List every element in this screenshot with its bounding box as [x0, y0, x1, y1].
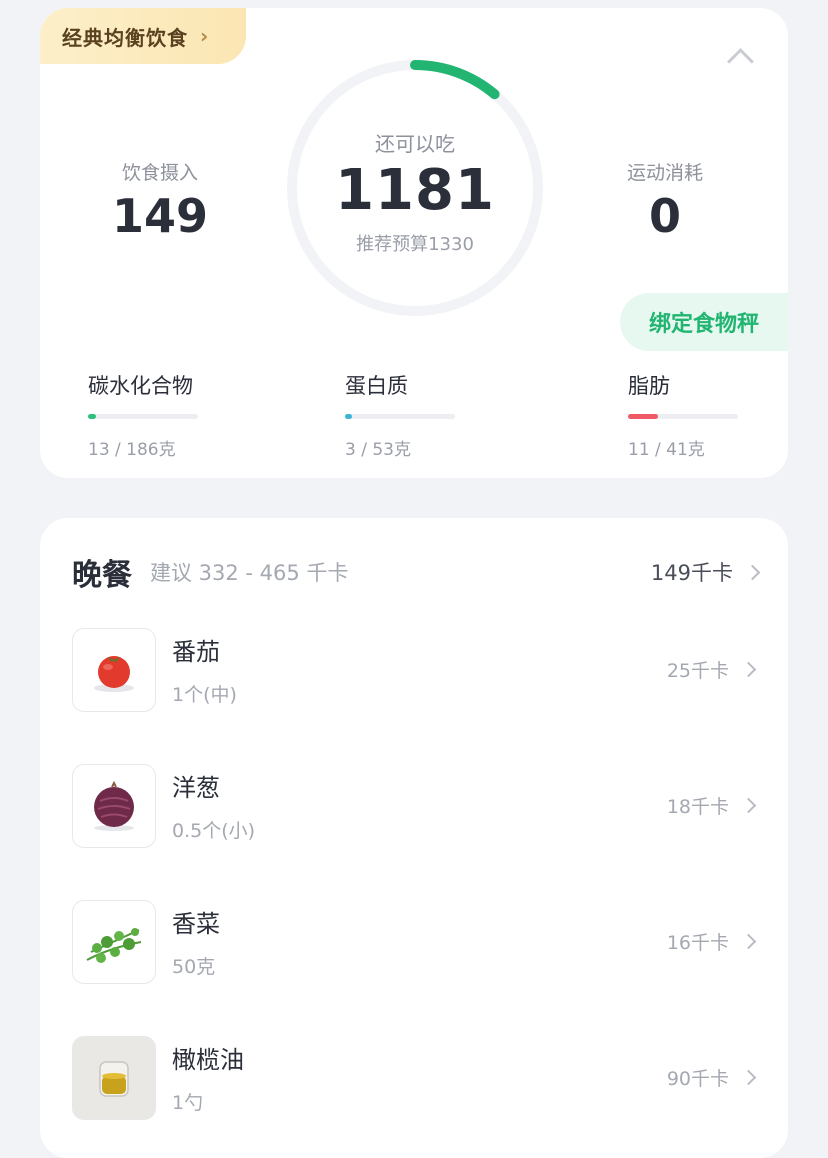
macro-progress-fill — [628, 414, 658, 419]
onion-icon — [72, 764, 156, 848]
chevron-up-icon[interactable] — [727, 48, 754, 75]
summary-card: 经典均衡饮食 › 饮食摄入 149 还可以吃 1181 推荐预算1330 运动消… — [40, 8, 788, 478]
macro-progress-track — [88, 414, 198, 419]
macro-carbs: 碳水化合物 13 / 186克 — [88, 370, 248, 460]
meal-title: 晚餐 — [72, 558, 132, 593]
food-name: 香菜 — [172, 910, 220, 938]
burned-label: 运动消耗 — [626, 162, 703, 184]
meal-suggestion: 建议 332 - 465 千卡 — [150, 561, 349, 585]
food-name: 橄榄油 — [172, 1046, 244, 1074]
food-name: 洋葱 — [172, 774, 220, 802]
macro-progress-track — [345, 414, 455, 419]
chevron-right-icon — [740, 661, 757, 678]
food-name: 番茄 — [172, 638, 220, 666]
remaining-label: 还可以吃 — [375, 132, 455, 156]
food-item[interactable]: 橄榄油 1勺 90千卡 — [72, 1036, 758, 1120]
dinner-card: 晚餐 建议 332 - 465 千卡 149千卡 番茄 1个(中) 25千卡 洋… — [40, 518, 788, 1158]
food-kcal-value: 16千卡 — [666, 932, 729, 954]
food-kcal-value: 25千卡 — [666, 660, 729, 682]
coriander-icon — [72, 900, 156, 984]
intake-stat: 饮食摄入 149 — [80, 158, 240, 243]
food-item[interactable]: 番茄 1个(中) 25千卡 — [72, 628, 758, 712]
food-portion: 1个(中) — [172, 684, 237, 706]
macro-amount: 11 / 41克 — [628, 440, 705, 460]
macro-name: 碳水化合物 — [88, 374, 193, 398]
food-portion: 0.5个(小) — [172, 820, 256, 842]
remaining-value: 1181 — [335, 158, 495, 223]
calorie-ring[interactable]: 还可以吃 1181 推荐预算1330 — [285, 58, 545, 318]
food-item[interactable]: 洋葱 0.5个(小) 18千卡 — [72, 764, 758, 848]
macro-name: 脂肪 — [628, 374, 670, 398]
intake-label: 饮食摄入 — [121, 162, 198, 184]
chevron-right-icon — [740, 933, 757, 950]
burned-value: 0 — [648, 189, 681, 243]
food-kcal: 16千卡 — [666, 928, 757, 955]
macro-protein: 蛋白质 3 / 53克 — [345, 370, 505, 460]
food-kcal: 90千卡 — [666, 1064, 757, 1091]
food-kcal-value: 90千卡 — [666, 1068, 729, 1090]
food-kcal: 25千卡 — [666, 656, 757, 683]
diet-plan-tag[interactable]: 经典均衡饮食 › — [40, 8, 246, 64]
chevron-right-icon — [740, 1069, 757, 1086]
chevron-right-icon — [744, 564, 761, 580]
macro-progress-fill — [345, 414, 352, 419]
macro-progress-track — [628, 414, 738, 419]
diet-plan-label: 经典均衡饮食 — [62, 25, 188, 50]
burned-stat: 运动消耗 0 — [585, 158, 745, 243]
food-portion: 50克 — [172, 956, 216, 978]
meal-total-kcal: 149千卡 — [650, 561, 733, 585]
macro-progress-fill — [88, 414, 96, 419]
dinner-header[interactable]: 晚餐 建议 332 - 465 千卡 149千卡 — [72, 552, 761, 593]
olive-oil-icon — [72, 1036, 156, 1120]
macro-name: 蛋白质 — [345, 374, 408, 398]
macro-amount: 13 / 186克 — [88, 440, 176, 460]
chevron-right-icon — [740, 797, 757, 814]
macro-amount: 3 / 53克 — [345, 440, 411, 460]
tomato-icon — [72, 628, 156, 712]
intake-value: 149 — [111, 189, 209, 243]
bind-food-scale-button[interactable]: 绑定食物秤 — [620, 293, 788, 351]
food-item[interactable]: 香菜 50克 16千卡 — [72, 900, 758, 984]
food-kcal-value: 18千卡 — [666, 796, 729, 818]
food-kcal: 18千卡 — [666, 792, 757, 819]
chevron-right-icon: › — [200, 24, 210, 48]
recommended-budget: 推荐预算1330 — [356, 234, 474, 255]
food-portion: 1勺 — [172, 1092, 204, 1114]
macro-fat: 脂肪 11 / 41克 — [628, 370, 788, 460]
